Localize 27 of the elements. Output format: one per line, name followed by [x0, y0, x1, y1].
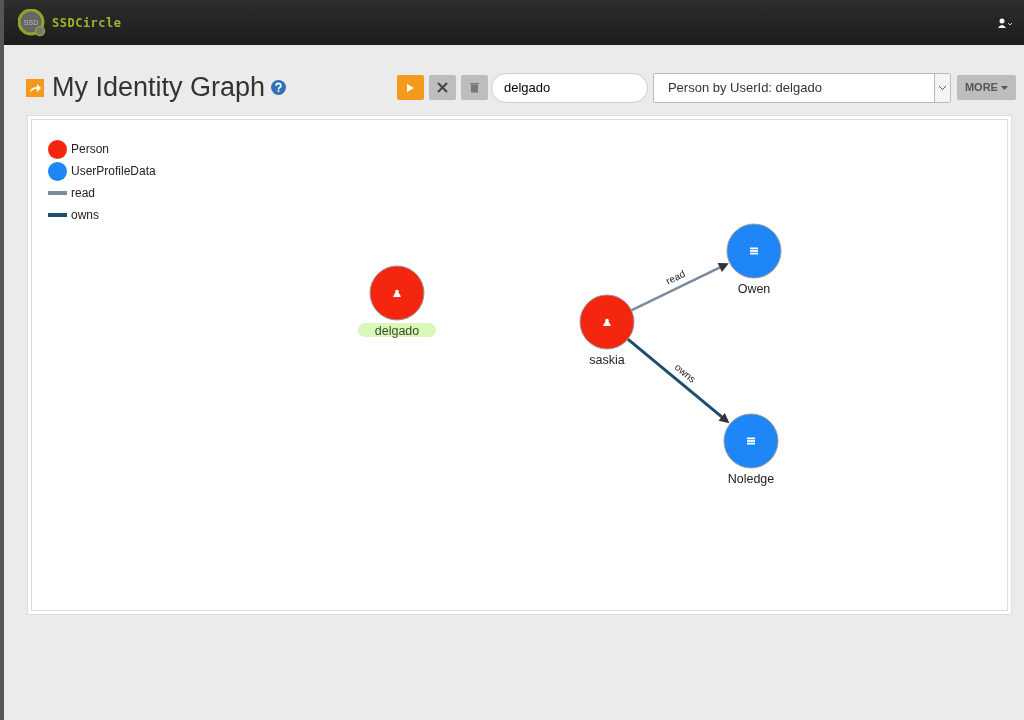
- search-field[interactable]: delgado: [490, 72, 648, 103]
- play-icon: [405, 82, 416, 93]
- legend-label: UserProfileData: [71, 163, 156, 180]
- user-menu-icon[interactable]: [998, 17, 1012, 28]
- help-icon[interactable]: [271, 80, 287, 95]
- more-button[interactable]: MORE: [956, 75, 1016, 100]
- brand-name[interactable]: SSDCircle: [52, 13, 122, 32]
- node-label: Noledge: [727, 472, 775, 486]
- node-label: delgado: [374, 324, 420, 338]
- chevron-icon: [937, 84, 947, 91]
- share-icon: [26, 78, 44, 97]
- trash-button[interactable]: [460, 75, 488, 100]
- query-select[interactable]: Person by UserId: delgado: [652, 72, 951, 103]
- legend-label: Person: [71, 141, 110, 158]
- person-node[interactable]: [579, 294, 635, 350]
- node-label: Owen: [737, 282, 771, 296]
- expand-button[interactable]: [428, 75, 456, 100]
- trash-icon: [469, 82, 479, 93]
- data-node[interactable]: [726, 223, 782, 279]
- legend-label: read: [71, 185, 96, 202]
- caret-icon: [1001, 86, 1008, 91]
- data-node[interactable]: [723, 413, 779, 469]
- person-node[interactable]: [369, 265, 425, 321]
- edge-label: read: [664, 267, 687, 287]
- legend-label: owns: [71, 207, 99, 224]
- page-title: My Identity Graph: [52, 71, 266, 104]
- node-label: saskia: [589, 353, 625, 367]
